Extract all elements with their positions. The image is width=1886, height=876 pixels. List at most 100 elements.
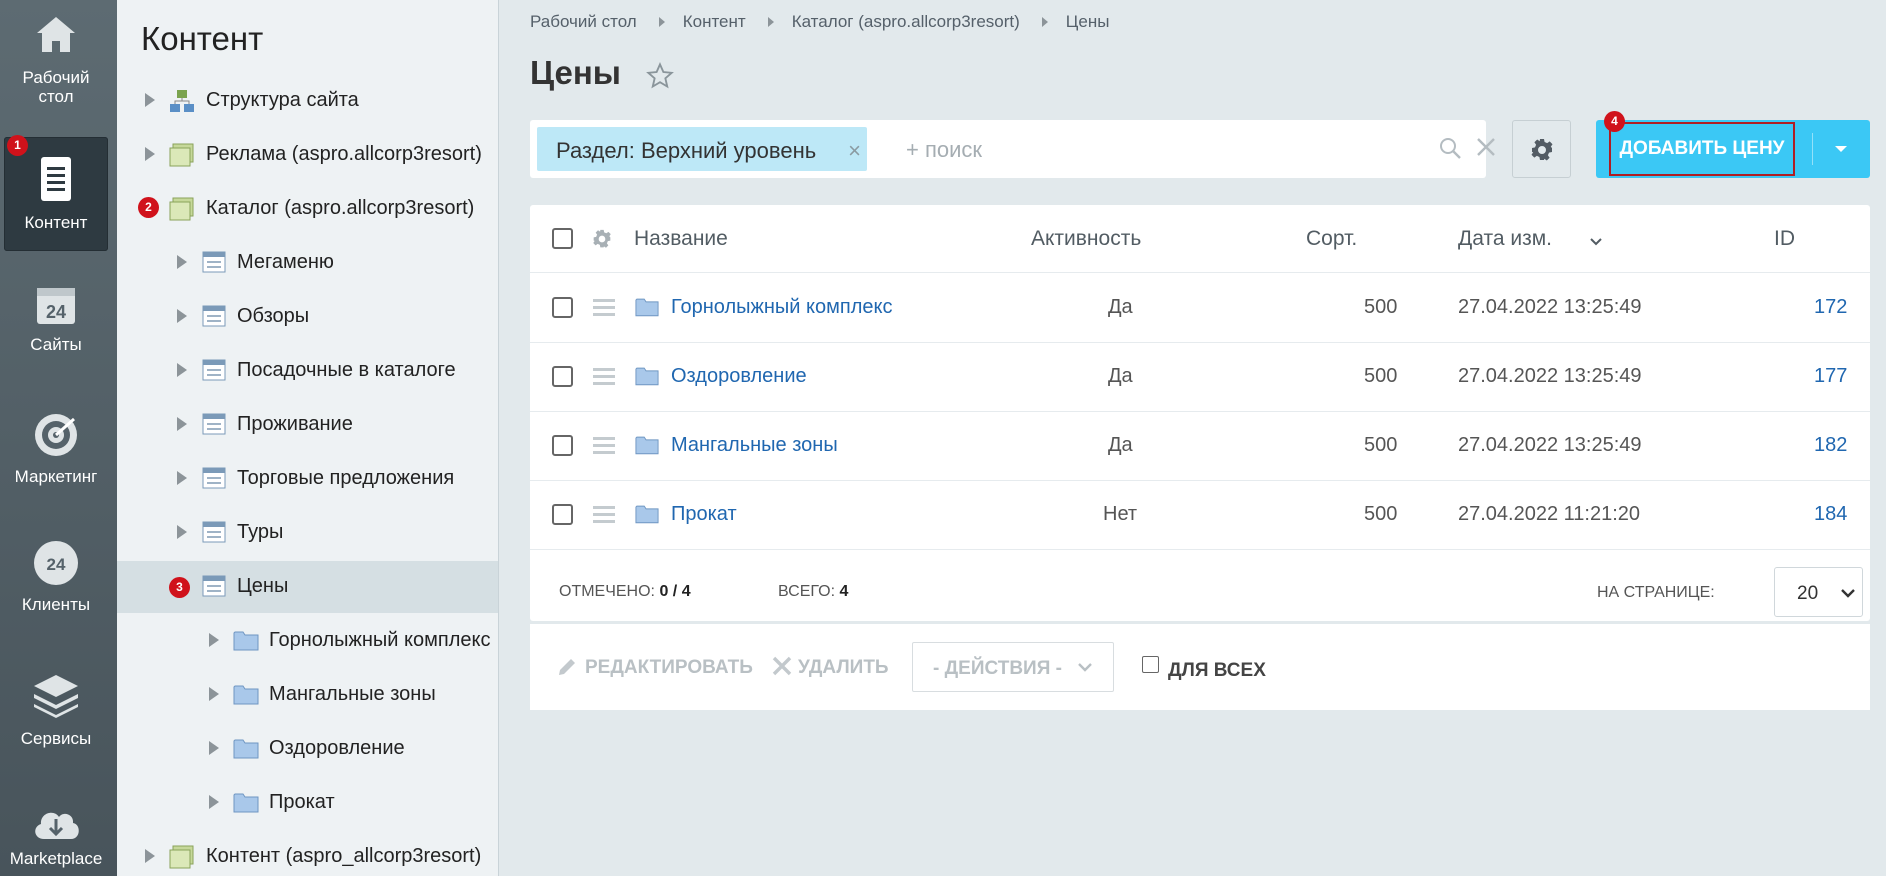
tree-item-prices[interactable]: 3 Цены xyxy=(117,561,498,613)
iblock-icon xyxy=(202,251,226,273)
expand-arrow-icon[interactable] xyxy=(145,93,155,107)
sort-desc-icon[interactable] xyxy=(1590,238,1602,246)
breadcrumb-item[interactable]: Контент xyxy=(683,12,746,32)
drag-handle-icon[interactable] xyxy=(593,437,615,458)
table-row[interactable]: Прокат Нет 500 27.04.2022 11:21:20 184 xyxy=(530,481,1870,550)
row-name-link[interactable]: Горнолыжный комплекс xyxy=(671,296,892,319)
breadcrumb-item[interactable]: Рабочий стол xyxy=(530,12,637,32)
expand-arrow-icon[interactable] xyxy=(177,471,187,485)
row-id[interactable]: 182 xyxy=(1814,434,1847,457)
column-header-name[interactable]: Название xyxy=(634,227,728,251)
tree-item-landing[interactable]: Посадочные в каталоге xyxy=(117,345,498,397)
iblock-icon xyxy=(202,575,226,597)
gear-icon xyxy=(1531,139,1553,161)
clear-icon[interactable] xyxy=(1476,137,1496,157)
page-title: Цены xyxy=(530,54,621,91)
row-checkbox[interactable] xyxy=(552,435,573,456)
tree-item-megamenu[interactable]: Мегаменю xyxy=(117,237,498,289)
search-input[interactable]: + поиск xyxy=(906,137,982,163)
close-icon[interactable]: × xyxy=(848,138,861,164)
filter-chip[interactable]: Раздел: Верхний уровень × xyxy=(537,127,867,171)
expand-arrow-icon[interactable] xyxy=(209,741,219,755)
row-name-link[interactable]: Мангальные зоны xyxy=(671,434,838,457)
row-id[interactable]: 177 xyxy=(1814,365,1847,388)
chevron-right-icon xyxy=(767,17,774,27)
expand-arrow-icon[interactable] xyxy=(177,363,187,377)
actions-select-value: - ДЕЙСТВИЯ - xyxy=(933,658,1062,679)
expand-arrow-icon[interactable] xyxy=(177,525,187,539)
delete-button[interactable]: УДАЛИТЬ xyxy=(798,657,889,679)
checked-count: ОТМЕЧЕНО: 0 / 4 xyxy=(559,583,691,601)
filter-search-bar[interactable]: Раздел: Верхний уровень × + поиск xyxy=(530,120,1495,178)
menu-item-marketplace[interactable]: Marketplace xyxy=(4,803,108,876)
drag-handle-icon[interactable] xyxy=(593,506,615,527)
row-name-link[interactable]: Оздоровление xyxy=(671,365,807,388)
menu-item-services[interactable]: Сервисы xyxy=(4,671,108,753)
expand-arrow-icon[interactable] xyxy=(177,255,187,269)
expand-arrow-icon[interactable] xyxy=(177,309,187,323)
expand-arrow-icon[interactable] xyxy=(209,687,219,701)
select-all-checkbox[interactable] xyxy=(552,228,573,249)
expand-arrow-icon[interactable] xyxy=(209,633,219,647)
menu-item-clients[interactable]: 24 Клиенты xyxy=(4,539,108,619)
menu-item-marketing[interactable]: Маркетинг xyxy=(4,411,108,491)
column-header-id[interactable]: ID xyxy=(1774,227,1795,251)
add-price-button[interactable]: ДОБАВИТЬ ЦЕНУ xyxy=(1596,120,1870,178)
menu-item-marketplace-label: Marketplace xyxy=(9,849,103,868)
menu-item-sites[interactable]: 24 Сайты xyxy=(4,283,108,363)
expand-arrow-icon[interactable] xyxy=(145,849,155,863)
row-name-link[interactable]: Прокат xyxy=(671,503,737,526)
column-header-sort[interactable]: Сорт. xyxy=(1306,227,1357,251)
drag-handle-icon[interactable] xyxy=(593,368,615,389)
breadcrumb-item[interactable]: Цены xyxy=(1066,12,1110,32)
menu-item-desktop[interactable]: Рабочий стол xyxy=(4,14,108,114)
chevron-right-icon xyxy=(658,17,665,27)
tree-item-accommodation[interactable]: Проживание xyxy=(117,399,498,451)
tree-item-wellness[interactable]: Оздоровление xyxy=(117,723,498,775)
tree-item-content[interactable]: Контент (aspro_allcorp3resort) xyxy=(117,831,498,876)
iblock-icon xyxy=(202,521,226,543)
column-header-date[interactable]: Дата изм. xyxy=(1458,227,1552,251)
edit-button[interactable]: РЕДАКТИРОВАТЬ xyxy=(585,657,753,679)
add-price-button-label[interactable]: ДОБАВИТЬ ЦЕНУ xyxy=(1609,122,1795,176)
calendar-24-icon: 24 xyxy=(37,288,75,324)
expand-arrow-icon[interactable] xyxy=(145,147,155,161)
tree-item-tours[interactable]: Туры xyxy=(117,507,498,559)
row-checkbox[interactable] xyxy=(552,297,573,318)
tree-item-reviews[interactable]: Обзоры xyxy=(117,291,498,343)
folder-icon xyxy=(635,436,659,455)
table-row[interactable]: Горнолыжный комплекс Да 500 27.04.2022 1… xyxy=(530,274,1870,343)
settings-button[interactable] xyxy=(1512,120,1571,178)
tree-item-advertising[interactable]: Реклама (aspro.allcorp3resort) xyxy=(117,129,498,181)
star-icon[interactable] xyxy=(646,62,674,90)
tree-item-label: Каталог (aspro.allcorp3resort) xyxy=(206,197,475,219)
menu-item-desktop-label: Рабочий стол xyxy=(22,68,90,106)
row-checkbox[interactable] xyxy=(552,366,573,387)
iblock-icon xyxy=(202,359,226,381)
gear-icon[interactable] xyxy=(592,229,612,249)
row-checkbox[interactable] xyxy=(552,504,573,525)
tree-item-offers[interactable]: Торговые предложения xyxy=(117,453,498,505)
tree-item-ski-complex[interactable]: Горнолыжный комплекс xyxy=(117,615,498,667)
row-id[interactable]: 172 xyxy=(1814,296,1847,319)
drag-handle-icon[interactable] xyxy=(593,299,615,320)
search-icon[interactable] xyxy=(1438,136,1462,160)
folder-icon xyxy=(233,631,259,651)
for-all-checkbox[interactable] xyxy=(1142,656,1159,673)
tree-item-catalog[interactable]: 2 Каталог (aspro.allcorp3resort) xyxy=(117,183,498,235)
table-row[interactable]: Мангальные зоны Да 500 27.04.2022 13:25:… xyxy=(530,412,1870,481)
actions-select[interactable]: - ДЕЙСТВИЯ - xyxy=(912,642,1114,692)
tree-item-bbq-zones[interactable]: Мангальные зоны xyxy=(117,669,498,721)
tree-item-site-structure[interactable]: Структура сайта xyxy=(117,75,498,127)
breadcrumb-item[interactable]: Каталог (aspro.allcorp3resort) xyxy=(792,12,1020,32)
row-id[interactable]: 184 xyxy=(1814,503,1847,526)
per-page-select[interactable]: 20 xyxy=(1774,567,1863,617)
expand-arrow-icon[interactable] xyxy=(209,795,219,809)
tree-item-label: Мангальные зоны xyxy=(269,683,436,705)
chevron-down-icon[interactable] xyxy=(1835,146,1847,152)
tree-item-rental[interactable]: Прокат xyxy=(117,777,498,829)
chevron-down-icon xyxy=(1078,663,1092,672)
table-row[interactable]: Оздоровление Да 500 27.04.2022 13:25:49 … xyxy=(530,343,1870,412)
column-header-activity[interactable]: Активность xyxy=(1031,227,1141,251)
expand-arrow-icon[interactable] xyxy=(177,417,187,431)
